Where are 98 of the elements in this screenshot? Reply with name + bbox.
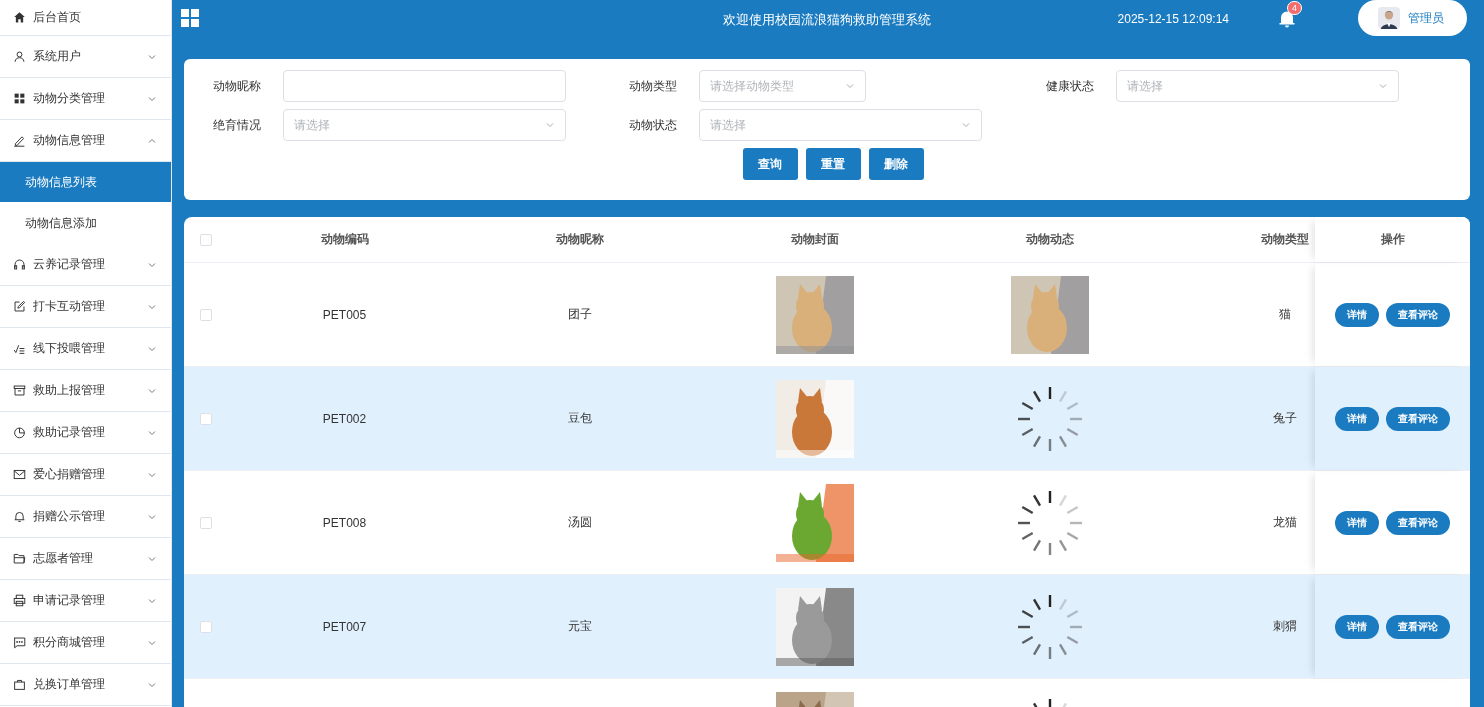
menu-item[interactable]: 后台首页 — [0, 0, 171, 36]
menu-label: 申请记录管理 — [33, 592, 106, 609]
loading-spinner-icon — [1015, 384, 1084, 453]
menu-item[interactable]: 捐赠公示管理 — [0, 496, 171, 538]
row-action-button[interactable]: 详情 — [1335, 510, 1379, 535]
headset-icon — [13, 258, 26, 271]
datetime: 2025-12-15 12:09:14 — [1117, 12, 1229, 26]
checkbox[interactable] — [199, 412, 212, 425]
bell-icon — [13, 510, 26, 523]
checkbox[interactable] — [199, 233, 212, 246]
input-field[interactable] — [283, 70, 566, 102]
menu-item[interactable]: 申请记录管理 — [0, 580, 171, 622]
table-cell: 刺猬 — [1273, 618, 1297, 635]
user-button[interactable]: 管理员 — [1358, 0, 1467, 36]
checkbox[interactable] — [199, 516, 212, 529]
menu-item[interactable]: 兑换订单管理 — [0, 664, 171, 706]
menu-label: 线下投喂管理 — [33, 340, 106, 357]
row-action-button[interactable]: 查看评论 — [1386, 510, 1450, 535]
row-action-button[interactable]: 查看评论 — [1386, 302, 1450, 327]
table-cell: 豆包 — [567, 410, 592, 427]
menu-label: 志愿者管理 — [33, 550, 94, 567]
pie-icon — [13, 426, 26, 439]
table-cell: 元宝 — [567, 618, 592, 635]
field-label: 绝育情况 — [213, 116, 262, 134]
menu-item[interactable]: 系统用户 — [0, 36, 171, 78]
column-header: 动物动态 — [1024, 231, 1075, 248]
user-icon — [13, 50, 26, 63]
menu-item[interactable]: 志愿者管理 — [0, 538, 171, 580]
column-header: 动物编码 — [319, 231, 370, 248]
menu-label: 打卡互动管理 — [33, 298, 106, 315]
loading-spinner-icon — [1015, 488, 1084, 557]
table-cell: PET005 — [322, 307, 367, 322]
checkbox[interactable] — [199, 620, 212, 633]
chat-icon — [13, 636, 26, 649]
action-button[interactable]: 删除 — [868, 148, 924, 180]
table-cell: PET008 — [322, 515, 367, 530]
box-icon — [13, 384, 26, 397]
pen-icon — [13, 134, 26, 147]
row-action-button[interactable]: 详情 — [1335, 406, 1379, 431]
column-header: 动物昵称 — [554, 231, 605, 248]
menu-label: 救助记录管理 — [33, 424, 106, 441]
chevron-down-icon — [961, 120, 971, 130]
menu-label: 云养记录管理 — [33, 256, 106, 273]
avatar-icon — [1378, 5, 1400, 31]
menu-item[interactable]: 云养记录管理 — [0, 244, 171, 286]
table-cell: PET007 — [322, 619, 367, 634]
row-action-button[interactable]: 详情 — [1335, 302, 1379, 327]
menu-item[interactable]: 救助记录管理 — [0, 412, 171, 454]
table-cell: 猫 — [1279, 306, 1291, 323]
menu-label: 后台首页 — [33, 9, 82, 26]
field-label: 动物状态 — [629, 116, 678, 134]
menu-label: 系统用户 — [33, 48, 82, 65]
menu-label: 兑换订单管理 — [33, 676, 106, 693]
home-icon — [13, 11, 26, 24]
app-title: 欢迎使用校园流浪猫狗救助管理系统 — [723, 11, 931, 29]
column-header: 操作 — [1315, 217, 1470, 262]
menu-label: 救助上报管理 — [33, 382, 106, 399]
folder-icon — [13, 552, 26, 565]
table-cell: 兔子 — [1273, 410, 1297, 427]
check-icon — [13, 342, 26, 355]
menu-item[interactable]: 积分商城管理 — [0, 622, 171, 664]
menu-label: 爱心捐赠管理 — [33, 466, 106, 483]
menu-item[interactable]: 线下投喂管理 — [0, 328, 171, 370]
table-cell: 汤圆 — [567, 514, 592, 531]
notification-badge: 4 — [1287, 1, 1302, 15]
menu-item[interactable]: 打卡互动管理 — [0, 286, 171, 328]
column-header: 动物封面 — [789, 231, 840, 248]
table-cell: 龙猫 — [1273, 514, 1297, 531]
chevron-down-icon — [1378, 81, 1388, 91]
field-label: 动物类型 — [629, 77, 678, 95]
menu-label: 动物信息管理 — [33, 132, 106, 149]
menu-item[interactable]: 爱心捐赠管理 — [0, 454, 171, 496]
bag-icon — [13, 678, 26, 691]
row-action-button[interactable]: 查看评论 — [1386, 614, 1450, 639]
action-button[interactable]: 查询 — [742, 148, 798, 180]
submenu-item[interactable]: 动物信息列表 — [0, 162, 171, 203]
mail-icon — [13, 468, 26, 481]
edit-icon — [13, 300, 26, 313]
grid-menu-icon[interactable] — [181, 9, 199, 27]
grid-icon — [13, 92, 26, 105]
menu-label: 积分商城管理 — [33, 634, 106, 651]
field-label: 健康状态 — [1046, 77, 1095, 95]
menu-label: 动物分类管理 — [33, 90, 106, 107]
row-action-button[interactable]: 查看评论 — [1386, 406, 1450, 431]
chevron-down-icon — [545, 120, 555, 130]
column-header: 动物类型 — [1260, 231, 1310, 248]
printer-icon — [13, 594, 26, 607]
table-cell: PET002 — [322, 411, 367, 426]
row-action-button[interactable]: 详情 — [1335, 614, 1379, 639]
checkbox[interactable] — [199, 308, 212, 321]
menu-item[interactable]: 救助上报管理 — [0, 370, 171, 412]
menu-item[interactable]: 动物分类管理 — [0, 78, 171, 120]
chevron-down-icon — [845, 81, 855, 91]
menu-label: 捐赠公示管理 — [33, 508, 106, 525]
table-cell: 团子 — [567, 306, 592, 323]
loading-spinner-icon — [1015, 592, 1084, 661]
action-button[interactable]: 重置 — [805, 148, 861, 180]
field-label: 动物昵称 — [213, 77, 262, 95]
